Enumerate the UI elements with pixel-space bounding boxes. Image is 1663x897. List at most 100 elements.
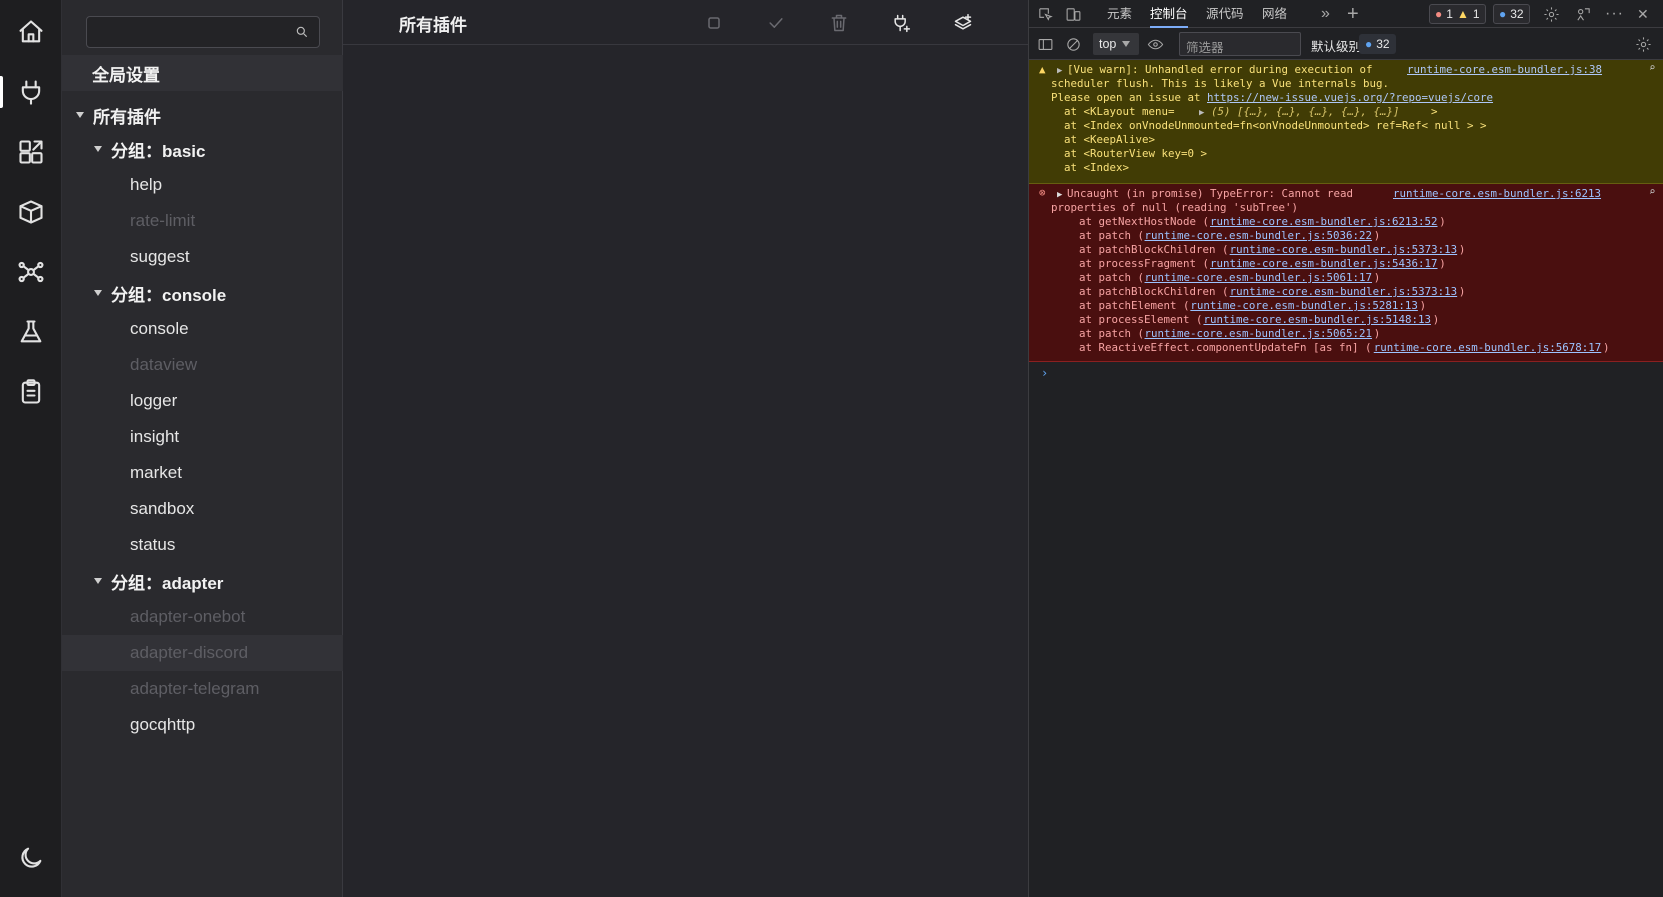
- warning-source-link[interactable]: runtime-core.esm-bundler.js:38: [1407, 63, 1602, 77]
- expand-caret-icon[interactable]: ▶: [1057, 64, 1062, 78]
- plugin-label: market: [130, 463, 182, 482]
- stack-frame-link[interactable]: runtime-core.esm-bundler.js:5436:17: [1210, 257, 1438, 271]
- search-icon[interactable]: ⌕: [1649, 61, 1656, 75]
- console-count-value: 32: [1376, 37, 1390, 51]
- group-item[interactable]: 分组：console: [62, 275, 343, 311]
- plugin-item[interactable]: status: [62, 527, 343, 563]
- plugin-item[interactable]: market: [62, 455, 343, 491]
- tab-console[interactable]: 控制台: [1150, 0, 1188, 28]
- add-group-button[interactable]: [950, 10, 976, 36]
- stack-frame-link[interactable]: runtime-core.esm-bundler.js:5373:13: [1230, 243, 1458, 257]
- plugin-item[interactable]: adapter-discord: [62, 635, 343, 671]
- nav-logs[interactable]: [0, 360, 62, 424]
- stack-frame-link[interactable]: runtime-core.esm-bundler.js:5678:17: [1374, 341, 1602, 355]
- theme-toggle[interactable]: [0, 826, 62, 890]
- plugin-item[interactable]: dataview: [62, 347, 343, 383]
- plugin-item[interactable]: adapter-telegram: [62, 671, 343, 707]
- issue-link[interactable]: https://new-issue.vuejs.org/?repo=vuejs/…: [1207, 91, 1493, 105]
- plugin-item[interactable]: console: [62, 311, 343, 347]
- console-prompt[interactable]: ›: [1041, 366, 1048, 380]
- context-select[interactable]: top: [1093, 33, 1139, 55]
- global-settings-item[interactable]: 全局设置: [62, 55, 343, 91]
- stack-frame-close: ): [1458, 285, 1466, 298]
- trash-icon: [831, 14, 847, 32]
- stack-frame: at processFragment (: [1079, 257, 1210, 270]
- sidebar-toggle-button[interactable]: [1037, 28, 1054, 60]
- error-icon: ●: [1435, 7, 1443, 21]
- tab-network[interactable]: 网络: [1262, 0, 1287, 28]
- stack-frame-link[interactable]: runtime-core.esm-bundler.js:5281:13: [1190, 299, 1418, 313]
- more-options-icon[interactable]: ···: [1605, 0, 1624, 28]
- home-icon: [19, 20, 43, 43]
- plugin-item[interactable]: suggest: [62, 239, 343, 275]
- context-value: top: [1099, 37, 1117, 51]
- console-settings-button[interactable]: [1635, 28, 1652, 60]
- add-plugin-button[interactable]: [888, 10, 914, 36]
- select-button[interactable]: [701, 10, 727, 36]
- nav-plugins[interactable]: [0, 60, 62, 124]
- plugin-label: logger: [130, 391, 178, 410]
- filter-input[interactable]: 筛选器: [1179, 32, 1301, 56]
- expand-caret-icon[interactable]: ▶: [1199, 106, 1204, 120]
- stack-frame-link[interactable]: runtime-core.esm-bundler.js:5373:13: [1230, 285, 1458, 299]
- warning-text-line: at <KLayout menu=: [1051, 105, 1182, 118]
- nav-sandbox[interactable]: [0, 300, 62, 364]
- group-item[interactable]: 分组：basic: [62, 131, 343, 167]
- plugin-item[interactable]: adapter-onebot: [62, 599, 343, 635]
- stack-frame-link[interactable]: runtime-core.esm-bundler.js:6213:52: [1210, 215, 1438, 229]
- inspect-button[interactable]: [1037, 0, 1054, 28]
- plugin-item[interactable]: sandbox: [62, 491, 343, 527]
- stack-frame-link[interactable]: runtime-core.esm-bundler.js:5061:17: [1145, 271, 1373, 285]
- group-item[interactable]: 分组：adapter: [62, 563, 343, 599]
- warning-text-line: Please open an issue at: [1051, 91, 1208, 104]
- console-warning-message[interactable]: ▲ ▶ [Vue warn]: Unhandled error during e…: [1029, 60, 1663, 184]
- stack-frame-link[interactable]: runtime-core.esm-bundler.js:5036:22: [1145, 229, 1373, 243]
- dock-icon: [1577, 7, 1590, 20]
- all-plugins-item[interactable]: 所有插件: [62, 97, 343, 133]
- main-panel: 所有插件: [343, 0, 1028, 897]
- console-message-count[interactable]: ● 32: [1359, 34, 1396, 54]
- stack-frame-link[interactable]: runtime-core.esm-bundler.js:5065:21: [1145, 327, 1373, 341]
- plugin-item[interactable]: rate-limit: [62, 203, 343, 239]
- plugin-item[interactable]: help: [62, 167, 343, 203]
- error-source-link[interactable]: runtime-core.esm-bundler.js:6213: [1393, 187, 1601, 201]
- live-expression-button[interactable]: [1147, 28, 1164, 60]
- warning-icon: ▲: [1456, 7, 1469, 21]
- delete-button[interactable]: [826, 10, 852, 36]
- plugin-item[interactable]: insight: [62, 419, 343, 455]
- add-tab-icon[interactable]: +: [1347, 0, 1359, 28]
- expand-caret-icon[interactable]: ▶: [1057, 188, 1062, 202]
- stack-frame-close: ): [1373, 327, 1381, 340]
- nav-home[interactable]: [0, 0, 62, 64]
- tab-elements[interactable]: 元素: [1107, 0, 1132, 28]
- device-toggle-button[interactable]: [1065, 0, 1082, 28]
- nav-bots[interactable]: [0, 240, 62, 304]
- tab-sources[interactable]: 源代码: [1206, 0, 1244, 28]
- stack-frame-close: ): [1432, 313, 1440, 326]
- stack-frame-close: ): [1419, 299, 1427, 312]
- customize-button[interactable]: [1575, 0, 1592, 28]
- nav-market[interactable]: [0, 180, 62, 244]
- nav-dependencies[interactable]: [0, 120, 62, 184]
- console-error-message[interactable]: ⊗ ▶ Uncaught (in promise) TypeError: Can…: [1029, 184, 1663, 362]
- network-icon: [18, 261, 44, 283]
- stack-frame-close: ): [1373, 271, 1381, 284]
- stack-frame-link[interactable]: runtime-core.esm-bundler.js:5148:13: [1203, 313, 1431, 327]
- plugin-item[interactable]: logger: [62, 383, 343, 419]
- search-input[interactable]: [86, 16, 320, 48]
- enable-button[interactable]: [763, 10, 789, 36]
- issue-counter[interactable]: ● 1 ▲ 1: [1429, 4, 1486, 24]
- more-tabs-icon[interactable]: »: [1321, 0, 1330, 28]
- settings-button[interactable]: [1543, 0, 1560, 28]
- search-icon[interactable]: ⌕: [1649, 185, 1656, 199]
- message-icon: ●: [1365, 37, 1373, 51]
- plugin-item[interactable]: gocqhttp: [62, 707, 343, 743]
- all-plugins-label: 所有插件: [93, 107, 161, 127]
- warning-text-line: scheduler flush. This is likely a Vue in…: [1051, 77, 1390, 90]
- message-counter[interactable]: ● 32: [1493, 4, 1530, 24]
- clear-console-button[interactable]: [1065, 28, 1082, 60]
- error-text-line: properties of null (reading 'subTree'): [1051, 201, 1299, 214]
- caret-down-icon: [94, 146, 102, 152]
- stack-frame: at patch (: [1079, 229, 1145, 242]
- close-icon[interactable]: ✕: [1637, 0, 1649, 28]
